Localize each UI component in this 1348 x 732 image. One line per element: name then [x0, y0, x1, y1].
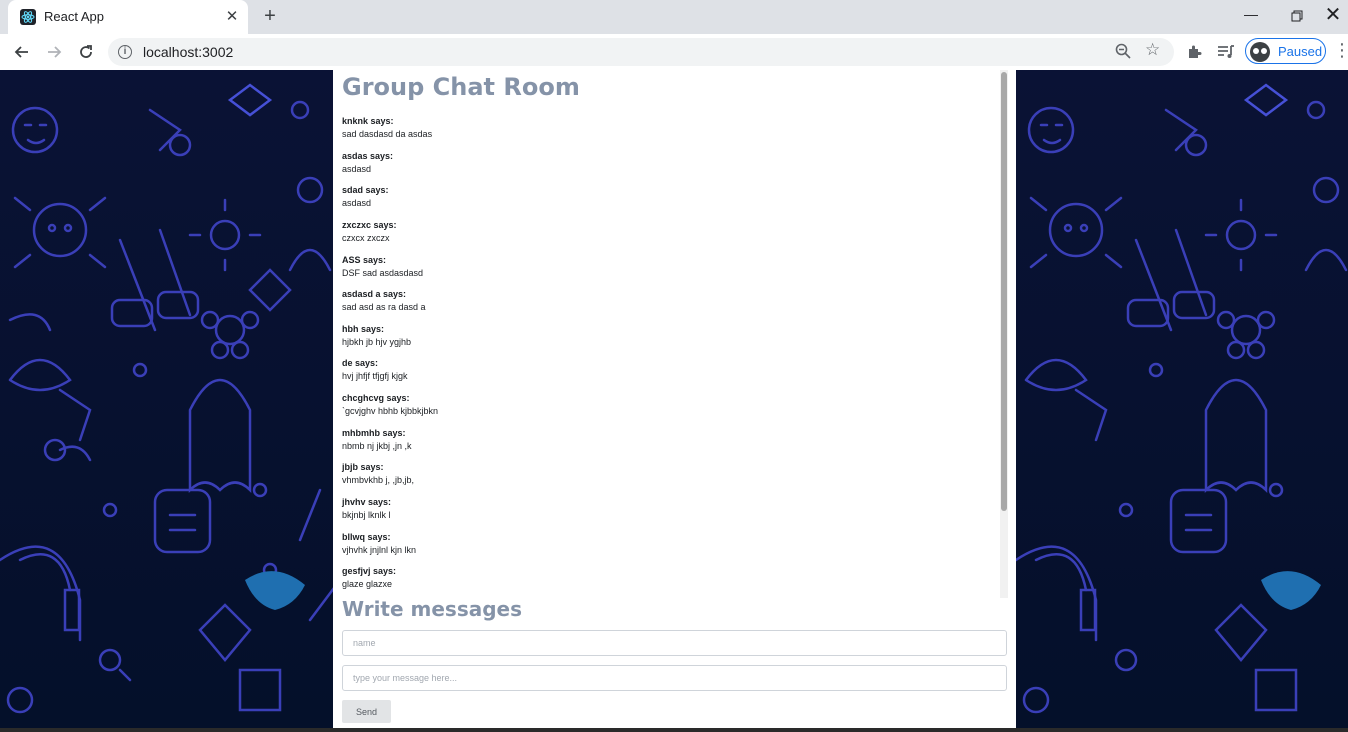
message-author: ASS says: — [342, 255, 387, 265]
message-author: zxczxc says: — [342, 220, 397, 230]
back-icon[interactable] — [10, 40, 34, 64]
message-author: chcghcvg says: — [342, 393, 410, 403]
message-author: mhbmhb says: — [342, 428, 406, 438]
bookmark-star-icon[interactable]: ☆ — [1145, 40, 1160, 60]
message-input[interactable] — [342, 665, 1007, 691]
reload-icon[interactable] — [74, 40, 98, 64]
tab-close-icon[interactable]: ✕ — [223, 8, 241, 26]
message-text: vhmbvkhb j, ,jb,jb, — [342, 475, 415, 485]
chat-message: sdad says: asdasd — [342, 184, 389, 210]
chat-message: de says: hvj jhfjf tfjgfj kjgk — [342, 357, 408, 383]
message-text: vjhvhk jnjlnl kjn lkn — [342, 545, 417, 555]
chat-message: bllwq says: vjhvhk jnjlnl kjn lkn — [342, 531, 416, 557]
chat-message: ASS says: DSF sad asdasdasd — [342, 254, 423, 280]
new-tab-icon[interactable]: + — [258, 5, 282, 29]
chat-message: zxczxc says: czxcx zxczx — [342, 219, 397, 245]
chat-scrollbar-thumb[interactable] — [1001, 72, 1007, 511]
chat-room-title: Group Chat Room — [342, 73, 580, 101]
message-text: hjbkh jb hjv ygjhb — [342, 337, 412, 347]
message-author: gesfjvj says: — [342, 566, 397, 576]
message-text: bkjnbj lknlk l — [342, 510, 391, 520]
message-author: de says: — [342, 358, 379, 368]
message-text: czxcx zxczx — [342, 233, 390, 243]
message-text: sad asd as ra dasd a — [342, 302, 426, 312]
profile-button[interactable]: Paused — [1245, 38, 1326, 64]
extensions-icon[interactable] — [1182, 40, 1206, 64]
message-author: asdasd a says: — [342, 289, 407, 299]
message-author: hbh says: — [342, 324, 385, 334]
write-messages-heading: Write messages — [342, 597, 523, 621]
forward-icon[interactable] — [42, 40, 66, 64]
message-author: sdad says: — [342, 185, 389, 195]
message-author: jhvhv says: — [342, 497, 392, 507]
message-text: asdasd — [342, 164, 372, 174]
message-text: DSF sad asdasdasd — [342, 268, 424, 278]
browser-tab[interactable]: React App ✕ — [8, 0, 248, 34]
chat-message: asdasd a says: sad asd as ra dasd a — [342, 288, 426, 314]
browser-toolbar: i localhost:3002 ☆ Paused ⋮ — [0, 34, 1348, 70]
message-text: nbmb nj jkbj ,jn ,k — [342, 441, 412, 451]
browser-tab-strip: React App ✕ + — ✕ — [0, 0, 1348, 34]
chat-message: jhvhv says: bkjnbj lknlk l — [342, 496, 391, 522]
url-text[interactable]: localhost:3002 — [143, 44, 233, 60]
message-text: hvj jhfjf tfjgfj kjgk — [342, 371, 408, 381]
message-text: `gcvjghv hbhb kjbbkjbkn — [342, 406, 439, 416]
address-bar[interactable]: i localhost:3002 ☆ — [108, 38, 1174, 66]
chat-message: jbjb says: vhmbvkhb j, ,jb,jb, — [342, 461, 414, 487]
tab-title: React App — [44, 9, 104, 24]
message-author: asdas says: — [342, 151, 394, 161]
chat-message: chcghcvg says: `gcvjghv hbhb kjbbkjbkn — [342, 392, 438, 418]
minimize-icon[interactable]: — — [1228, 4, 1274, 28]
message-author: jbjb says: — [342, 462, 384, 472]
chat-message: hbh says: hjbkh jb hjv ygjhb — [342, 323, 411, 349]
name-input[interactable] — [342, 630, 1007, 656]
window-close-icon[interactable]: ✕ — [1318, 4, 1348, 28]
chat-messages-area[interactable]: Group Chat Room knknk says: sad dasdasd … — [333, 70, 1008, 598]
chat-message: gesfjvj says: glaze glazxe — [342, 565, 396, 591]
profile-status-label: Paused — [1278, 44, 1323, 59]
media-control-icon[interactable] — [1214, 40, 1238, 64]
message-text: glaze glazxe — [342, 579, 393, 589]
chat-message: asdas says: asdasd — [342, 150, 393, 176]
profile-avatar-icon — [1250, 42, 1270, 62]
browser-menu-icon[interactable]: ⋮ — [1333, 40, 1348, 61]
chat-message: knknk says: sad dasdasd da asdas — [342, 115, 432, 141]
react-logo-icon — [20, 9, 36, 25]
restore-icon[interactable] — [1274, 4, 1320, 28]
message-text: sad dasdasd da asdas — [342, 129, 433, 139]
chat-message: mhbmhb says: nbmb nj jkbj ,jn ,k — [342, 427, 412, 453]
site-info-icon[interactable]: i — [118, 45, 132, 59]
taskbar-edge — [0, 728, 1348, 732]
message-author: knknk says: — [342, 116, 394, 126]
send-button[interactable]: Send — [342, 700, 391, 723]
zoom-out-icon[interactable] — [1114, 42, 1132, 65]
message-text: asdasd — [342, 198, 372, 208]
message-author: bllwq says: — [342, 532, 391, 542]
chat-panel: Group Chat Room knknk says: sad dasdasd … — [333, 70, 1016, 732]
